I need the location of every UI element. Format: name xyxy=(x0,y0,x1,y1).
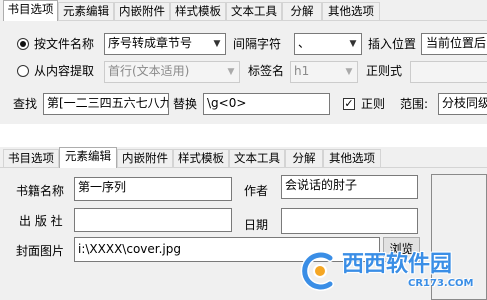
date-input[interactable] xyxy=(281,208,418,234)
tag-name-value: h1 xyxy=(294,64,310,78)
chevron-down-icon: ▼ xyxy=(227,67,235,77)
insert-position-select[interactable]: 当前位置后 xyxy=(421,33,487,55)
filename-mode-value: 序号转成章节号 xyxy=(108,36,193,50)
tab-split[interactable]: 分解 xyxy=(285,149,323,167)
tab-bar-divider xyxy=(117,167,487,168)
top-tab-bar: 书目选项 元素编辑 内嵌附件 样式模板 文本工具 分解 其他选项 xyxy=(0,0,487,21)
author-value: 会说话的肘子 xyxy=(285,178,358,192)
insert-position-label: 插入位置 xyxy=(368,37,417,51)
watermark-url: CR173.COM xyxy=(408,278,474,289)
watermark-text: 西西软件园 xyxy=(342,252,453,277)
replace-input[interactable]: \g<0> xyxy=(203,93,330,115)
content-source-select[interactable]: 首行(文本适用) ▼ xyxy=(104,61,240,83)
publisher-input[interactable] xyxy=(74,208,232,232)
filename-mode-select[interactable]: 序号转成章节号 ▼ xyxy=(104,33,226,55)
cover-image-path: i:\XXXX\cover.jpg xyxy=(78,242,181,256)
replace-value: \g<0> xyxy=(207,96,247,110)
cover-image-label: 封面图片 xyxy=(16,244,65,258)
radio-by-filename[interactable] xyxy=(17,38,29,50)
tab-bar-divider xyxy=(58,20,487,21)
watermark-logo-icon xyxy=(300,251,334,291)
chevron-down-icon: ▼ xyxy=(345,67,353,77)
tag-name-label: 标签名 xyxy=(248,64,285,78)
range-label: 范围: xyxy=(400,97,429,111)
separator-value: 、 xyxy=(298,36,311,50)
radio-from-content[interactable] xyxy=(17,65,29,77)
by-filename-label: 按文件名称 xyxy=(34,37,95,51)
radio-selected-dot xyxy=(20,41,26,47)
site-watermark: 西西软件园 CR173.COM xyxy=(296,250,487,292)
author-label: 作者 xyxy=(244,184,269,198)
book-name-input[interactable]: 第一序列 xyxy=(74,177,232,201)
from-content-label: 从内容提取 xyxy=(34,64,95,78)
tab-bookmark-options[interactable]: 书目选项 xyxy=(3,0,58,21)
author-input[interactable]: 会说话的肘子 xyxy=(281,175,418,199)
top-panel: 书目选项 元素编辑 内嵌附件 样式模板 文本工具 分解 其他选项 按文件名称 序… xyxy=(0,0,487,124)
tab-style-template[interactable]: 样式模板 xyxy=(170,2,226,20)
content-source-value: 首行(文本适用) xyxy=(108,64,190,78)
replace-label: 替换 xyxy=(173,97,198,111)
tab-style-template[interactable]: 样式模板 xyxy=(173,149,229,167)
regex-checkbox[interactable]: ✓ xyxy=(343,98,355,110)
regex-pattern-label: 正则式 xyxy=(366,64,403,78)
chevron-down-icon: ▼ xyxy=(349,39,357,49)
tab-other-options[interactable]: 其他选项 xyxy=(322,2,380,20)
find-input[interactable]: 第[一二三四五六七八九 xyxy=(43,93,169,115)
tab-embedded-attachments[interactable]: 内嵌附件 xyxy=(114,2,170,20)
tab-bookmark-options[interactable]: 书目选项 xyxy=(3,149,59,167)
tab-bar-divider xyxy=(0,167,59,168)
separator-label: 间隔字符 xyxy=(233,37,282,51)
publisher-label: 出 版 社 xyxy=(19,214,63,228)
chevron-down-icon: ▼ xyxy=(213,39,221,49)
tab-other-options[interactable]: 其他选项 xyxy=(323,149,381,167)
book-name-value: 第一序列 xyxy=(78,180,127,194)
regex-pattern-input[interactable] xyxy=(410,61,487,83)
find-value: 第[一二三四五六七八九 xyxy=(47,96,169,110)
range-select[interactable]: 分枝同级 xyxy=(438,93,487,115)
tab-element-edit[interactable]: 元素编辑 xyxy=(59,147,117,168)
tab-element-edit[interactable]: 元素编辑 xyxy=(58,2,114,20)
tab-text-tools[interactable]: 文本工具 xyxy=(229,149,285,167)
insert-position-value: 当前位置后 xyxy=(426,36,487,50)
tag-name-select[interactable]: h1 ▼ xyxy=(290,61,358,83)
tab-text-tools[interactable]: 文本工具 xyxy=(226,2,282,20)
tab-embedded-attachments[interactable]: 内嵌附件 xyxy=(117,149,173,167)
regex-checkbox-label: 正则 xyxy=(361,97,386,111)
separator-select[interactable]: 、 ▼ xyxy=(294,33,362,55)
book-name-label: 书籍名称 xyxy=(16,184,65,198)
tab-split[interactable]: 分解 xyxy=(282,2,322,20)
bottom-tab-bar: 书目选项 元素编辑 内嵌附件 样式模板 文本工具 分解 其他选项 xyxy=(0,147,487,168)
find-label: 查找 xyxy=(13,97,38,111)
date-label: 日期 xyxy=(244,218,269,232)
range-value: 分枝同级 xyxy=(442,96,487,110)
